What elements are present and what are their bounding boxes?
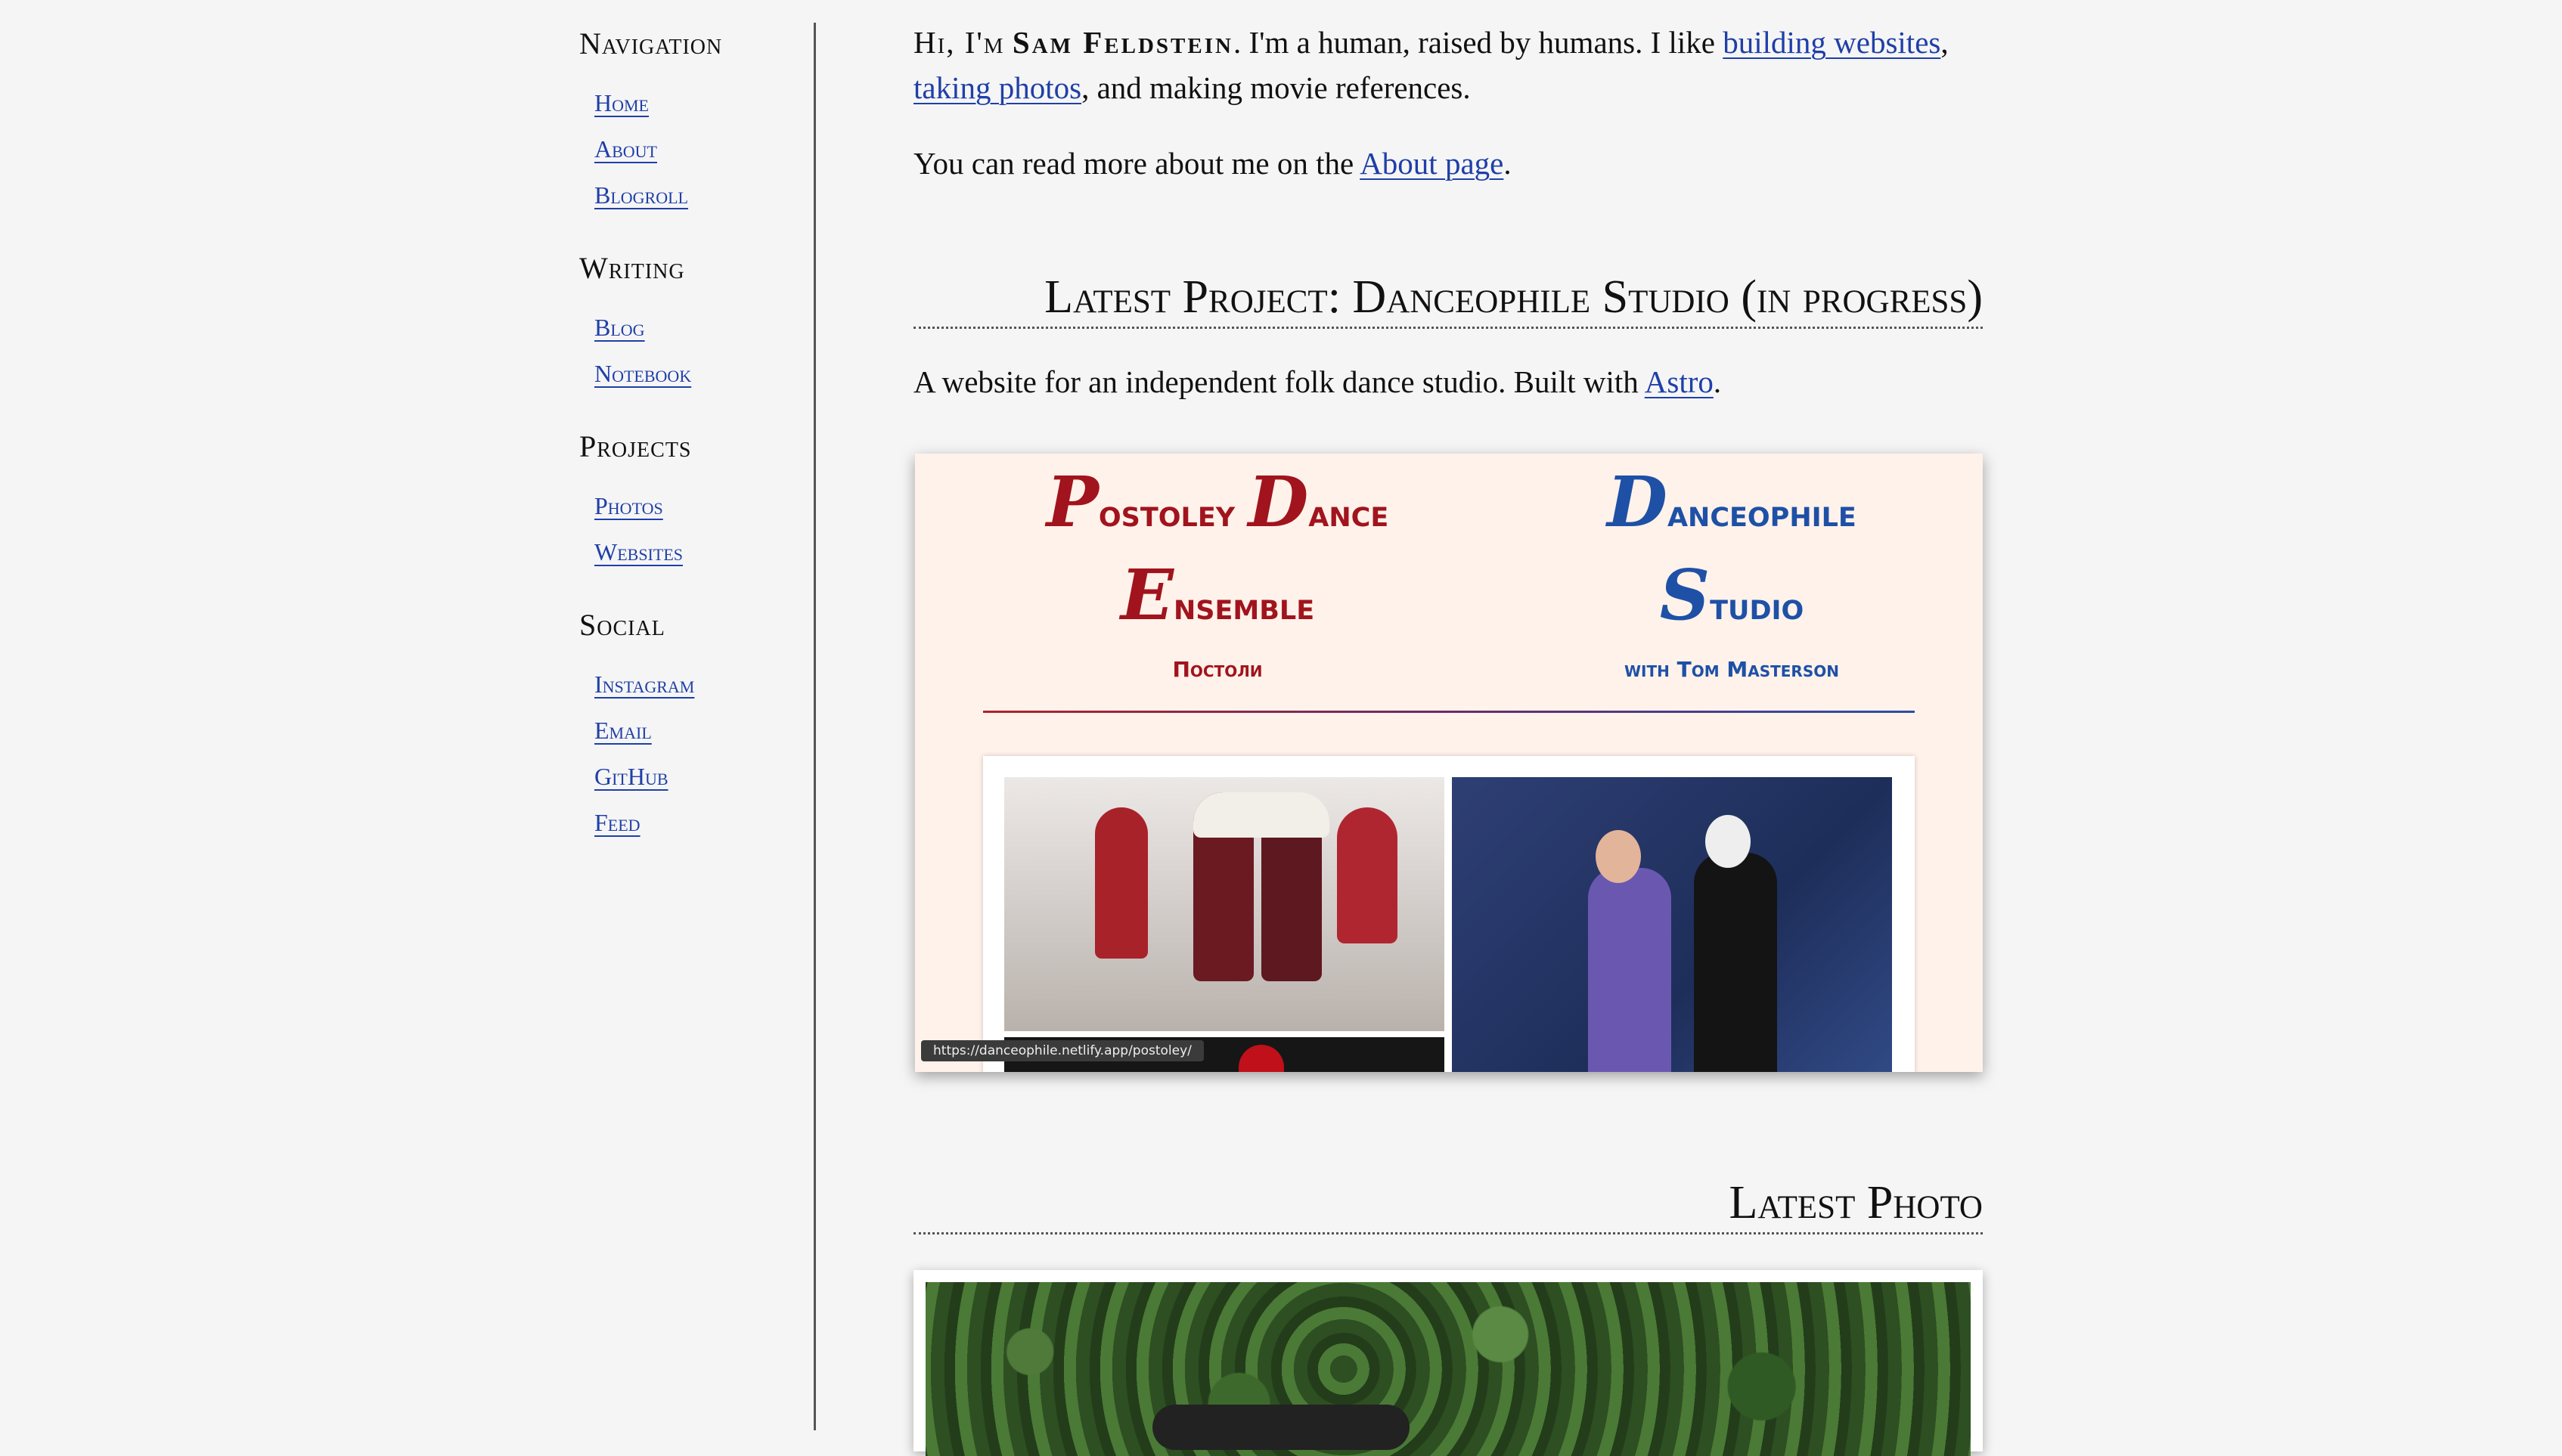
intro-text-end: , and making movie references.	[1081, 70, 1471, 105]
link-building-websites[interactable]: building websites	[1723, 25, 1940, 60]
sidebar-link-feed[interactable]: Feed	[594, 809, 640, 836]
dance-cap-d: D	[1248, 461, 1309, 543]
main-content: Hi, I'm Sam Feldstein. I'm a human, rais…	[913, 20, 1983, 404]
sidebar-link-email[interactable]: Email	[594, 717, 652, 744]
danceophile-subtitle: with Tom Masterson	[1624, 657, 1839, 682]
card-divider-line	[983, 711, 1915, 713]
sidebar-link-blogroll[interactable]: Blogroll	[594, 181, 688, 209]
sidebar-nav: Navigation Home About Blogroll Writing B…	[579, 21, 806, 873]
photo-overlay-toolbar[interactable]	[1152, 1405, 1410, 1450]
sidebar-list-navigation: Home About Blogroll	[594, 80, 806, 218]
sidebar-list-social: Instagram Email GitHub Feed	[594, 661, 806, 846]
sidebar-link-github[interactable]: GitHub	[594, 763, 668, 790]
about-paragraph: You can read more about me on the About …	[913, 141, 1983, 186]
link-about-page[interactable]: About page	[1360, 146, 1503, 181]
project-desc-period: .	[1713, 364, 1722, 399]
sidebar-link-home[interactable]: Home	[594, 89, 649, 116]
danceophile-brand: Danceophile Studio with Tom Masterson	[1512, 461, 1951, 685]
sidebar-link-blog[interactable]: Blog	[594, 314, 645, 341]
danceophile-word: anceophile	[1667, 491, 1856, 535]
postoley-subtitle: Постоли	[1172, 657, 1263, 682]
studio-word: tudio	[1710, 584, 1804, 628]
studio-cap-s: S	[1659, 554, 1711, 636]
sidebar-heading-social: Social	[579, 608, 665, 642]
folk-dancers-photo	[1004, 777, 1444, 1031]
project-screenshot-link[interactable]: Postoley Dance Ensemble Постоли Danceoph…	[915, 454, 1983, 1072]
latest-project-title: Latest Project: Danceophile Studio (in p…	[913, 271, 1983, 329]
link-astro[interactable]: Astro	[1645, 364, 1714, 399]
sidebar-heading-projects: Projects	[579, 429, 692, 463]
author-name: Sam Feldstein	[1012, 25, 1233, 60]
sidebar-heading-writing: Writing	[579, 251, 685, 285]
ensemble-word: nsemble	[1173, 584, 1315, 628]
latest-photo-card[interactable]	[913, 1270, 1983, 1456]
ensemble-cap-e: E	[1120, 554, 1174, 636]
link-taking-photos[interactable]: taking photos	[913, 70, 1081, 105]
intro-paragraph: Hi, I'm Sam Feldstein. I'm a human, rais…	[913, 20, 1983, 110]
sidebar-link-notebook[interactable]: Notebook	[594, 360, 691, 387]
couple-dancers-photo	[1452, 777, 1892, 1072]
intro-comma: ,	[1940, 25, 1949, 60]
postoley-brand: Postoley Dance Ensemble Постоли	[998, 461, 1437, 685]
latest-photo-title: Latest Photo	[913, 1176, 1983, 1235]
sidebar-link-websites[interactable]: Websites	[594, 538, 683, 565]
postoley-cap-p: P	[1046, 461, 1099, 543]
sidebar-divider	[814, 23, 816, 1430]
sidebar-list-writing: Blog Notebook	[594, 305, 806, 397]
url-tooltip: https://danceophile.netlify.app/postoley…	[921, 1040, 1204, 1061]
about-text: You can read more about me on the	[913, 146, 1360, 181]
about-period: .	[1503, 146, 1512, 181]
project-description: A website for an independent folk dance …	[913, 359, 1983, 404]
project-desc-text: A website for an independent folk dance …	[913, 364, 1645, 399]
sidebar-link-instagram[interactable]: Instagram	[594, 671, 694, 698]
sidebar-link-about[interactable]: About	[594, 135, 657, 163]
sidebar-heading-navigation: Navigation	[579, 26, 723, 60]
card-photo-panel	[983, 756, 1915, 1072]
dance-word: ance	[1308, 491, 1389, 535]
sidebar-list-projects: Photos Websites	[594, 483, 806, 575]
postoley-word: ostoley	[1098, 491, 1248, 535]
sidebar-link-photos[interactable]: Photos	[594, 492, 663, 519]
intro-text: . I'm a human, raised by humans. I like	[1233, 25, 1723, 60]
danceophile-cap-d: D	[1607, 461, 1667, 543]
intro-greeting: Hi, I'm	[913, 25, 1005, 60]
